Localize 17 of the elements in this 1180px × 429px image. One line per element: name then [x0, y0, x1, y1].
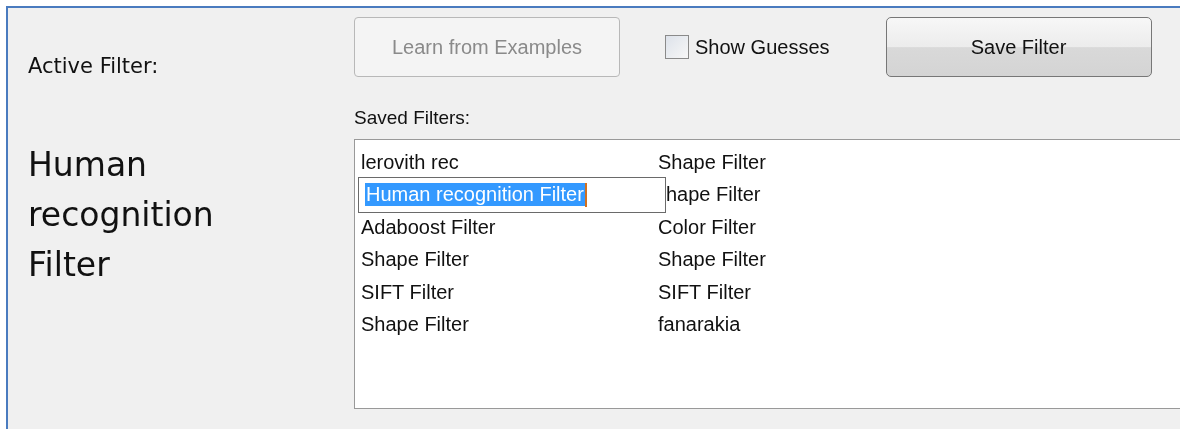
filter-type: Color Filter [658, 215, 756, 239]
filter-type: hape Filter [666, 183, 761, 207]
filter-name[interactable]: SIFT Filter [361, 280, 658, 304]
filter-type: SIFT Filter [658, 280, 751, 304]
active-filter-name: Human recognition Filter [28, 144, 215, 286]
saved-filters-label: Saved Filters: [354, 107, 471, 129]
filter-name[interactable]: Adaboost Filter [361, 215, 658, 239]
filter-name[interactable]: lerovith rec [361, 150, 658, 174]
save-filter-button[interactable]: Save Filter [885, 17, 1152, 77]
filter-name[interactable]: Shape Filter [361, 248, 658, 272]
show-guesses-checkbox[interactable] [665, 35, 689, 59]
filter-type: Shape Filter [658, 150, 766, 174]
filter-type: fanarakia [658, 313, 741, 337]
filter-type: Shape Filter [658, 248, 766, 272]
filter-name[interactable]: Shape Filter [361, 313, 658, 337]
active-filter-label: Active Filter: [28, 54, 160, 78]
show-guesses-label: Show Guesses [695, 35, 830, 59]
